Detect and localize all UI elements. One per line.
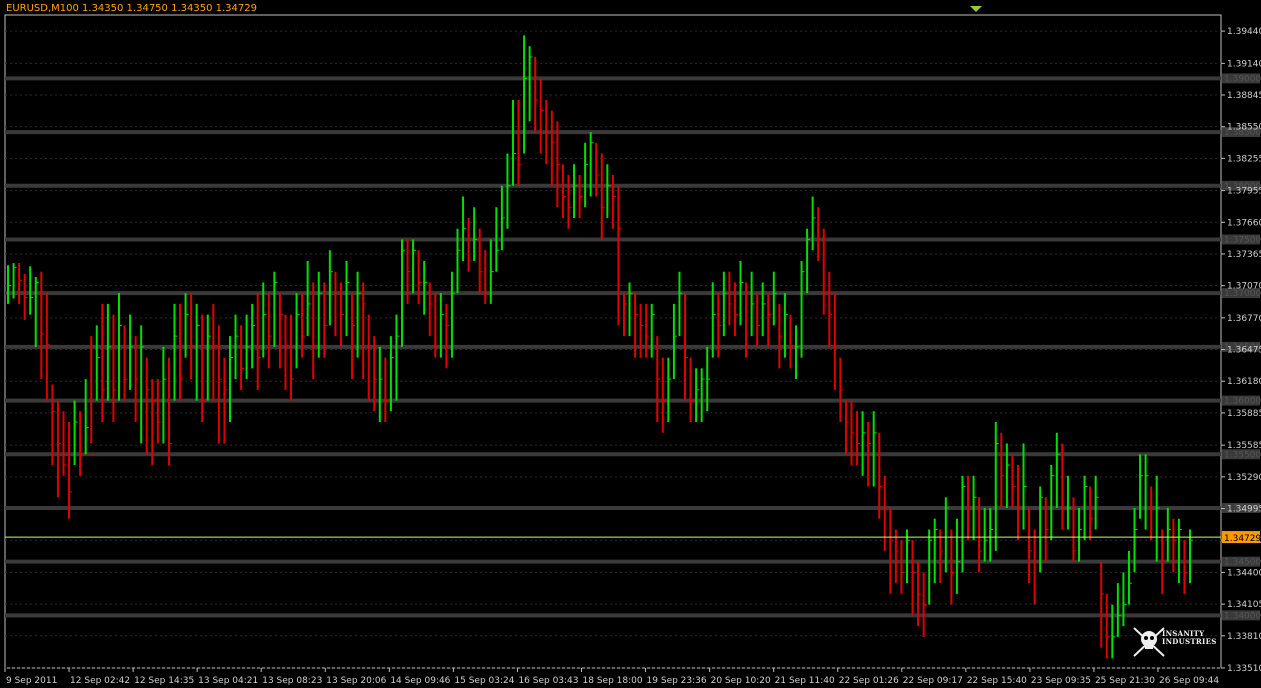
x-tick-label: 13 Sep 20:06 <box>326 676 386 686</box>
level-label: 1.34500 <box>1224 558 1261 568</box>
x-tick-label: 9 Sep 2011 <box>6 676 57 686</box>
y-tick-label: 1.38255 <box>1227 154 1261 164</box>
y-tick-label: 1.37955 <box>1227 187 1261 197</box>
y-tick-label: 1.36770 <box>1227 314 1261 324</box>
x-tick-label: 20 Sep 10:20 <box>711 676 771 686</box>
y-tick-label: 1.34105 <box>1227 600 1261 610</box>
y-tick-label: 1.39440 <box>1227 27 1261 37</box>
price-chart[interactable]: 1.390001.385001.380001.375001.370001.365… <box>0 0 1261 688</box>
y-tick-label: 1.39140 <box>1227 59 1261 69</box>
x-tick-label: 16 Sep 03:43 <box>518 676 578 686</box>
chart-window: 1.39000 1.38500 1.38000 1.37500 1.37000 1.365… <box>0 0 1261 688</box>
y-tick-label: 1.38550 <box>1227 123 1261 133</box>
x-tick-label: 22 Sep 15:40 <box>967 676 1027 686</box>
y-tick-label: 1.37660 <box>1227 218 1261 228</box>
x-tick-label: 22 Sep 01:26 <box>839 676 899 686</box>
x-tick-label: 12 Sep 02:42 <box>70 676 130 686</box>
level-label: 1.39000 <box>1224 74 1261 84</box>
y-tick-label: 1.34995 <box>1227 505 1261 515</box>
x-tick-label: 19 Sep 23:36 <box>647 676 707 686</box>
x-tick-label: 21 Sep 11:40 <box>775 676 835 686</box>
x-tick-label: 26 Sep 09:44 <box>1159 676 1219 686</box>
y-tick-label: 1.36180 <box>1227 377 1261 387</box>
symbol-title: EURUSD,M100 1.34350 1.34750 1.34350 1.34… <box>6 3 257 14</box>
x-tick-label: 23 Sep 09:35 <box>1031 676 1091 686</box>
x-tick-label: 12 Sep 14:35 <box>134 676 194 686</box>
x-tick-label: 14 Sep 09:46 <box>390 676 450 686</box>
shift-marker[interactable] <box>970 6 982 12</box>
y-tick-label: 1.38845 <box>1227 91 1261 101</box>
y-tick-label: 1.35290 <box>1227 473 1261 483</box>
x-tick-label: 22 Sep 09:17 <box>903 676 963 686</box>
y-tick-label: 1.36475 <box>1227 346 1261 356</box>
level-label: 1.34000 <box>1224 611 1261 621</box>
current-price-label: 1.34729 <box>1224 534 1261 544</box>
level-label: 1.35500 <box>1224 450 1261 460</box>
y-tick-label: 1.33510 <box>1227 664 1261 674</box>
y-tick-label: 1.35585 <box>1227 441 1261 451</box>
y-tick-label: 1.37070 <box>1227 282 1261 292</box>
level-label: 1.36000 <box>1224 397 1261 407</box>
x-tick-label: 13 Sep 08:23 <box>262 676 322 686</box>
x-tick-label: 25 Sep 21:30 <box>1095 676 1155 686</box>
x-tick-label: 13 Sep 04:21 <box>198 676 258 686</box>
y-tick-label: 1.35885 <box>1227 409 1261 419</box>
level-label: 1.37500 <box>1224 235 1261 245</box>
logo-text: INSANITY INDUSTRIES <box>1162 629 1217 646</box>
x-tick-label: 15 Sep 03:24 <box>454 676 514 686</box>
x-tick-label: 18 Sep 18:00 <box>583 676 643 686</box>
y-tick-label: 1.34400 <box>1227 568 1261 578</box>
y-tick-label: 1.37365 <box>1227 250 1261 260</box>
plot-border <box>4 14 1222 669</box>
